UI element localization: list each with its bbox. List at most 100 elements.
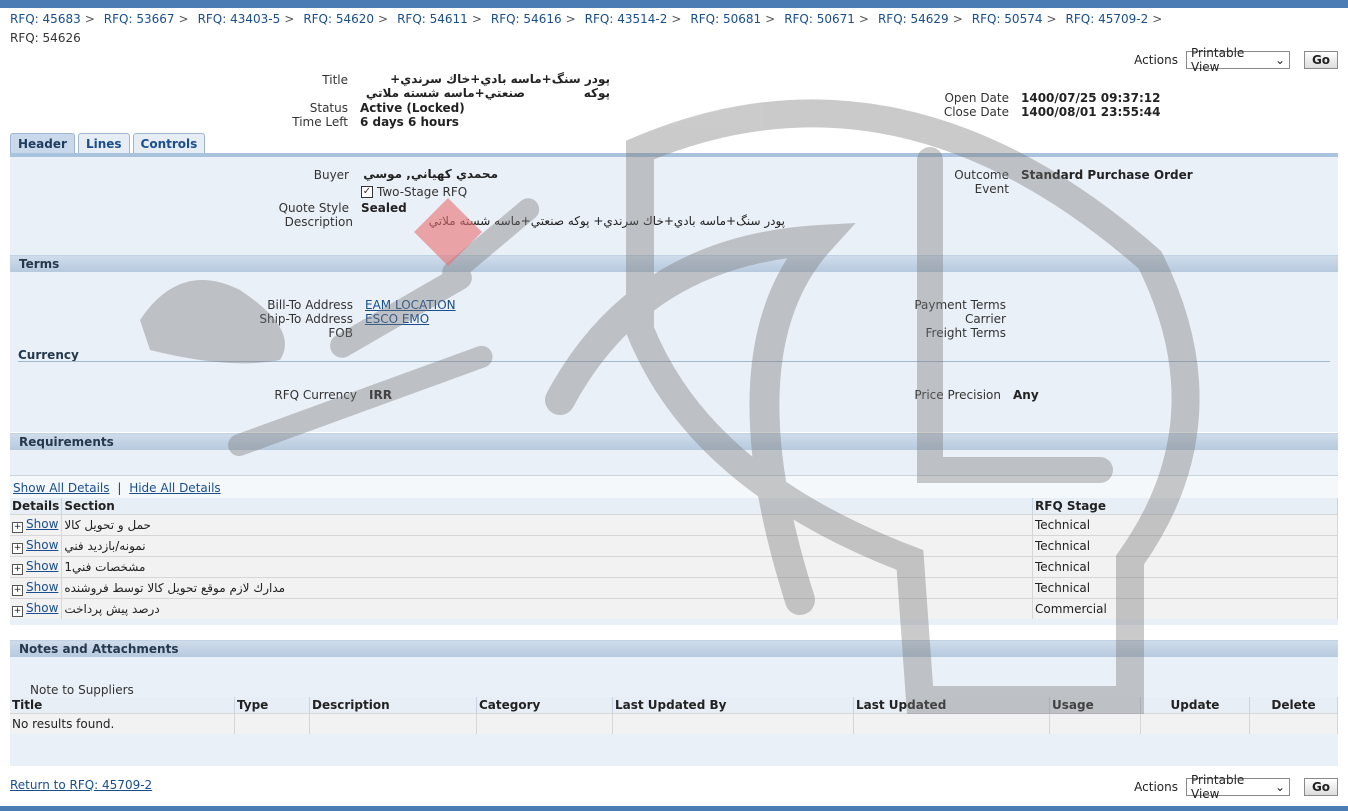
expand-plus-icon[interactable]: + bbox=[12, 543, 23, 554]
tab-lines[interactable]: Lines bbox=[77, 133, 130, 154]
actions-bar-bottom: Actions Printable View ⌄ Go bbox=[1134, 773, 1338, 801]
breadcrumb-link[interactable]: RFQ: 53667 bbox=[104, 12, 175, 26]
carrier-label: Carrier bbox=[964, 312, 1006, 326]
show-details-link[interactable]: Show bbox=[26, 580, 58, 594]
terms-panel bbox=[10, 272, 1338, 432]
actions-label: Actions bbox=[1134, 53, 1178, 67]
show-details-link[interactable]: Show bbox=[26, 601, 58, 615]
breadcrumb-link[interactable]: RFQ: 45683 bbox=[10, 12, 81, 26]
details-cell: + Show bbox=[10, 514, 63, 536]
actions-select-value: Printable View bbox=[1191, 46, 1245, 74]
ship-to-link[interactable]: ESCO EMO bbox=[365, 312, 429, 326]
col-details: Details bbox=[10, 498, 63, 515]
requirements-section-header: Requirements bbox=[10, 433, 1338, 450]
two-stage-label: Two-Stage RFQ bbox=[377, 185, 468, 199]
return-link[interactable]: Return to RFQ: 45709-2 bbox=[10, 778, 152, 792]
show-details-link[interactable]: Show bbox=[26, 559, 58, 573]
requirements-table: Details Section RFQ Stage + Show حمل و تحو… bbox=[10, 498, 1338, 619]
fob-label: FOB bbox=[328, 326, 353, 340]
no-results-cell: No results found. bbox=[10, 713, 235, 734]
breadcrumb-separator: > bbox=[858, 12, 869, 26]
go-button-bottom[interactable]: Go bbox=[1304, 778, 1338, 796]
actions-select[interactable]: Printable View ⌄ bbox=[1186, 46, 1290, 74]
rfq-stage-cell: Technical bbox=[1032, 514, 1338, 536]
attachments-table: Title Type Description Category Last Upd… bbox=[10, 697, 1338, 734]
breadcrumb-link[interactable]: RFQ: 54611 bbox=[397, 12, 468, 26]
breadcrumb-link[interactable]: RFQ: 45709-2 bbox=[1066, 12, 1149, 26]
notes-heading: Notes and Attachments bbox=[19, 642, 179, 656]
col-description: Description bbox=[309, 697, 477, 714]
breadcrumb-link[interactable]: RFQ: 50681 bbox=[690, 12, 761, 26]
two-stage-checkbox-row: ✓ Two-Stage RFQ bbox=[361, 185, 467, 199]
section-text: مشخصات فني1 bbox=[64, 560, 146, 574]
section-cell: نمونه/بازديد فني bbox=[61, 535, 1033, 557]
show-details-link[interactable]: Show bbox=[26, 517, 58, 531]
attachments-header-row: Title Type Description Category Last Upd… bbox=[10, 697, 1338, 714]
currency-heading: Currency bbox=[18, 348, 79, 362]
breadcrumb-link[interactable]: RFQ: 43403-5 bbox=[198, 12, 281, 26]
tab-header[interactable]: Header bbox=[10, 133, 75, 154]
col-last-updated: Last Updated bbox=[853, 697, 1050, 714]
show-all-details-link[interactable]: Show All Details bbox=[13, 481, 110, 495]
bill-to-link[interactable]: EAM LOCATION bbox=[365, 298, 456, 312]
outcome-label: Outcome bbox=[954, 168, 1009, 182]
payment-terms-label: Payment Terms bbox=[914, 298, 1006, 312]
breadcrumb-separator: > bbox=[284, 12, 295, 26]
breadcrumb-link[interactable]: RFQ: 54620 bbox=[303, 12, 374, 26]
expand-plus-icon[interactable]: + bbox=[12, 564, 23, 575]
notes-section-header: Notes and Attachments bbox=[10, 640, 1338, 657]
tab-bar: Header Lines Controls bbox=[10, 133, 206, 154]
link-separator: | bbox=[117, 481, 122, 495]
tab-controls[interactable]: Controls bbox=[132, 133, 206, 154]
outcome-value: Standard Purchase Order bbox=[1021, 168, 1193, 182]
details-cell: + Show bbox=[10, 556, 63, 578]
breadcrumb-separator: > bbox=[671, 12, 682, 26]
buyer-label: Buyer bbox=[313, 168, 349, 182]
terms-section-header: Terms bbox=[10, 255, 1338, 272]
breadcrumb-separator: > bbox=[378, 12, 389, 26]
breadcrumb-separator: > bbox=[84, 12, 95, 26]
breadcrumb-link[interactable]: RFQ: 50671 bbox=[784, 12, 855, 26]
expand-plus-icon[interactable]: + bbox=[12, 585, 23, 596]
description-label: Description bbox=[284, 215, 353, 229]
buyer-value: محمدي كهياني, موسي bbox=[363, 167, 498, 181]
breadcrumb-link[interactable]: RFQ: 50574 bbox=[972, 12, 1043, 26]
quote-style-label: Quote Style bbox=[278, 201, 349, 215]
details-cell: + Show bbox=[10, 598, 63, 619]
actions-bar-top: Actions Printable View ⌄ Go bbox=[1134, 46, 1338, 74]
breadcrumb-link[interactable]: RFQ: 54629 bbox=[878, 12, 949, 26]
expand-plus-icon[interactable]: + bbox=[12, 606, 23, 617]
chevron-down-icon: ⌄ bbox=[1274, 53, 1285, 67]
expand-plus-icon[interactable]: + bbox=[12, 522, 23, 533]
show-details-link[interactable]: Show bbox=[26, 538, 58, 552]
requirements-header-row: Details Section RFQ Stage bbox=[10, 498, 1338, 515]
col-type: Type bbox=[234, 697, 310, 714]
section-cell: درصد پيش پرداخت bbox=[61, 598, 1033, 619]
ship-to-label: Ship-To Address bbox=[259, 312, 353, 326]
breadcrumb-separator: > bbox=[471, 12, 482, 26]
section-cell: حمل و تحويل كالا bbox=[61, 514, 1033, 536]
col-title: Title bbox=[10, 697, 235, 714]
title-label: Title bbox=[322, 73, 348, 87]
time-left-label: Time Left bbox=[292, 115, 348, 129]
currency-divider bbox=[18, 361, 1330, 362]
go-button[interactable]: Go bbox=[1304, 51, 1338, 69]
col-section: Section bbox=[61, 498, 1033, 515]
breadcrumb-separator: > bbox=[565, 12, 576, 26]
breadcrumb-link[interactable]: RFQ: 54616 bbox=[491, 12, 562, 26]
breadcrumb-separator: > bbox=[765, 12, 776, 26]
col-category: Category bbox=[476, 697, 613, 714]
col-last-updated-by: Last Updated By bbox=[612, 697, 854, 714]
actions-select-bottom[interactable]: Printable View ⌄ bbox=[1186, 773, 1290, 801]
note-to-suppliers-label: Note to Suppliers bbox=[30, 683, 134, 697]
table-row: + Show مشخصات فني1 Technical bbox=[10, 556, 1338, 578]
rfq-stage-cell: Technical bbox=[1032, 535, 1338, 557]
close-date-label: Close Date bbox=[943, 105, 1009, 119]
section-cell: مدارك لازم موقع تحويل كالا توسط فروشنده bbox=[61, 577, 1033, 599]
actions-label-bottom: Actions bbox=[1134, 780, 1178, 794]
hide-all-details-link[interactable]: Hide All Details bbox=[129, 481, 220, 495]
description-value: پودر سنگ+ماسه بادي+خاك سرندي+ پوكه صنعتي… bbox=[428, 214, 785, 228]
breadcrumb-link[interactable]: RFQ: 43514-2 bbox=[585, 12, 668, 26]
section-text: مدارك لازم موقع تحويل كالا توسط فروشنده bbox=[64, 581, 286, 595]
breadcrumb-separator: > bbox=[178, 12, 189, 26]
